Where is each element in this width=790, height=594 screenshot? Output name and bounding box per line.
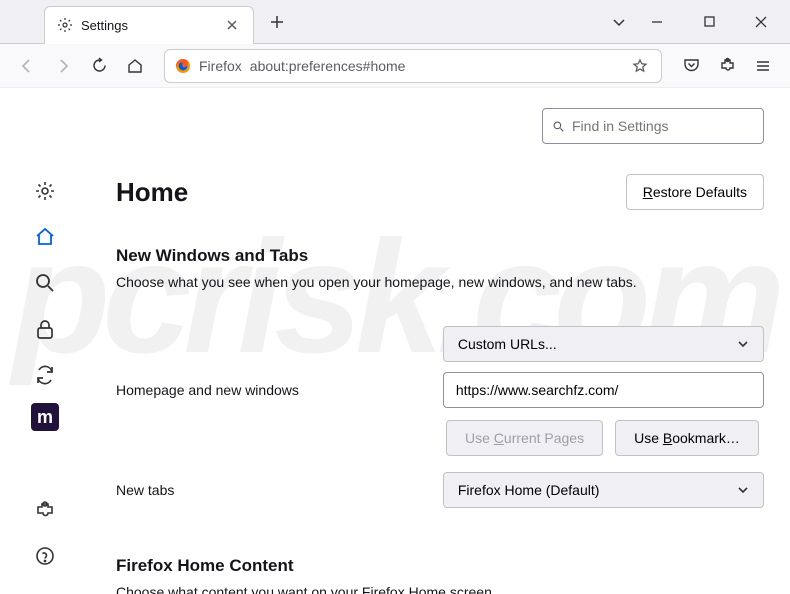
section-home-content-title: Firefox Home Content [116, 556, 764, 576]
settings-search-input[interactable] [572, 118, 753, 134]
url-identity-label: Firefox [199, 58, 242, 74]
sidebar-item-help[interactable] [27, 538, 63, 574]
forward-button[interactable] [46, 49, 80, 83]
chevron-down-icon [737, 338, 749, 350]
navigation-toolbar: Firefox about:preferences#home [0, 44, 790, 88]
app-menu-button[interactable] [746, 49, 780, 83]
sidebar-item-extensions[interactable] [27, 492, 63, 528]
sidebar-item-search[interactable] [27, 265, 63, 301]
url-text: about:preferences#home [250, 58, 621, 74]
maximize-button[interactable] [686, 7, 732, 37]
back-button[interactable] [10, 49, 44, 83]
page-title: Home [116, 177, 188, 208]
section-new-windows-title: New Windows and Tabs [116, 246, 764, 266]
sidebar-item-sync[interactable] [27, 357, 63, 393]
sidebar-item-general[interactable] [27, 173, 63, 209]
chevron-down-icon [737, 484, 749, 496]
section-home-content-desc: Choose what content you want on your Fir… [116, 584, 764, 594]
settings-main: Home Restore Defaults New Windows and Ta… [90, 88, 790, 594]
section-new-windows-desc: Choose what you see when you open your h… [116, 274, 764, 290]
new-tab-button[interactable] [262, 7, 292, 37]
use-current-pages-button[interactable]: Use Current Pages [446, 420, 603, 456]
sidebar-item-home[interactable] [27, 219, 63, 255]
extensions-button[interactable] [710, 49, 744, 83]
browser-tab[interactable]: Settings [44, 6, 254, 44]
close-icon[interactable] [223, 16, 241, 34]
newtabs-dropdown[interactable]: Firefox Home (Default) [443, 472, 764, 508]
gear-icon [57, 17, 73, 33]
homepage-mode-dropdown[interactable]: Custom URLs... [443, 326, 764, 362]
window-titlebar: Settings [0, 0, 790, 44]
list-tabs-button[interactable] [604, 7, 634, 37]
homepage-label: Homepage and new windows [116, 382, 443, 398]
sidebar-item-more[interactable]: m [31, 403, 59, 431]
newtabs-label: New tabs [116, 482, 443, 498]
minimize-button[interactable] [634, 7, 680, 37]
reload-button[interactable] [82, 49, 116, 83]
bookmark-star-icon[interactable] [629, 55, 651, 77]
pocket-button[interactable] [674, 49, 708, 83]
homepage-mode-value: Custom URLs... [458, 336, 557, 352]
home-button[interactable] [118, 49, 152, 83]
close-window-button[interactable] [738, 7, 784, 37]
homepage-url-input[interactable] [443, 372, 764, 408]
tab-title: Settings [81, 18, 215, 33]
firefox-logo-icon [175, 58, 191, 74]
sidebar-item-privacy[interactable] [27, 311, 63, 347]
restore-defaults-button[interactable]: Restore Defaults [626, 174, 764, 210]
url-bar[interactable]: Firefox about:preferences#home [164, 49, 662, 83]
settings-sidebar: m [0, 88, 90, 594]
newtabs-value: Firefox Home (Default) [458, 482, 600, 498]
use-bookmark-button[interactable]: Use Bookmark… [615, 420, 759, 456]
search-icon [553, 119, 564, 134]
settings-search[interactable] [542, 108, 764, 144]
